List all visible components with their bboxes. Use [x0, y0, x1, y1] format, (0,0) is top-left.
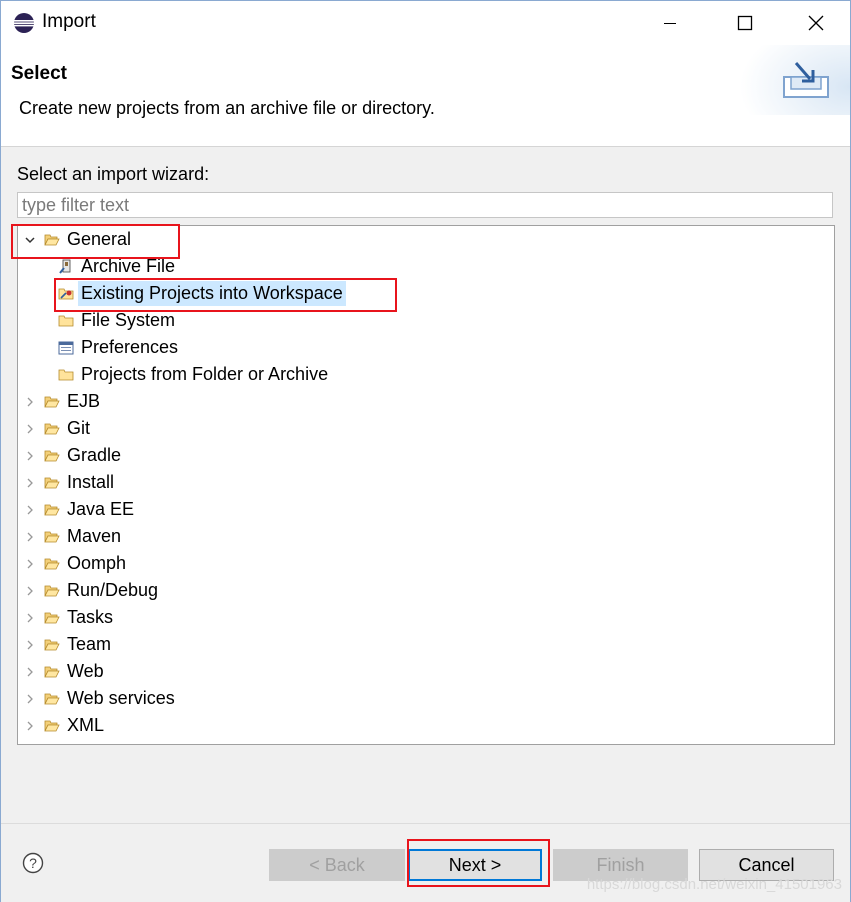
existing-projects-highlight-box	[54, 278, 397, 312]
tree-item-oomph[interactable]: Oomph	[22, 550, 129, 577]
folder-open-icon	[44, 448, 60, 464]
maximize-icon	[737, 15, 753, 31]
folder-open-icon	[44, 637, 60, 653]
tree-item-label: Preferences	[81, 337, 179, 357]
wizard-header: Select Create new projects from an archi…	[1, 45, 850, 147]
tree-item-projects-from-folder-or-archive[interactable]: Projects from Folder or Archive	[58, 361, 331, 388]
folder-open-icon	[44, 718, 60, 734]
chevron-right-icon[interactable]	[22, 664, 38, 680]
tree-item-tasks[interactable]: Tasks	[22, 604, 116, 631]
minimize-button[interactable]	[647, 7, 693, 39]
tree-item-label: Projects from Folder or Archive	[81, 364, 329, 384]
folder-open-icon	[44, 583, 60, 599]
tree-item-web-services[interactable]: Web services	[22, 685, 178, 712]
archive-icon	[58, 259, 74, 275]
eclipse-icon	[14, 13, 34, 33]
tree-item-team[interactable]: Team	[22, 631, 114, 658]
tree-item-ejb[interactable]: EJB	[22, 388, 103, 415]
svg-text:?: ?	[29, 855, 37, 871]
close-button[interactable]	[793, 7, 839, 39]
tree-item-label: XML	[67, 715, 105, 735]
tree-item-git[interactable]: Git	[22, 415, 93, 442]
chevron-right-icon[interactable]	[22, 691, 38, 707]
folder-icon	[58, 367, 74, 383]
tree-item-java-ee[interactable]: Java EE	[22, 496, 137, 523]
chevron-right-icon[interactable]	[22, 475, 38, 491]
folder-open-icon	[44, 475, 60, 491]
filter-input[interactable]	[17, 192, 833, 218]
folder-open-icon	[44, 421, 60, 437]
chevron-right-icon[interactable]	[22, 610, 38, 626]
tree-item-xml[interactable]: XML	[22, 712, 107, 739]
page-description: Create new projects from an archive file…	[19, 98, 435, 118]
folder-open-icon	[44, 556, 60, 572]
close-icon	[808, 15, 824, 31]
tree-item-label: Oomph	[67, 553, 127, 573]
tree-item-label: Web services	[67, 688, 175, 708]
chevron-right-icon[interactable]	[22, 556, 38, 572]
tree-item-maven[interactable]: Maven	[22, 523, 124, 550]
maximize-button[interactable]	[722, 7, 768, 39]
tree-item-label: Maven	[67, 526, 122, 546]
import-dialog: Import Select Create new projects from a…	[0, 0, 851, 902]
page-title: Select	[11, 63, 67, 84]
tree-item-label: Run/Debug	[67, 580, 159, 600]
chevron-right-icon[interactable]	[22, 448, 38, 464]
tree-item-label: Install	[67, 472, 115, 492]
chevron-right-icon[interactable]	[22, 502, 38, 518]
folder-open-icon	[44, 664, 60, 680]
import-wizard-icon	[783, 62, 829, 98]
chevron-right-icon[interactable]	[22, 421, 38, 437]
watermark: https://blog.csdn.net/weixin_41501963	[586, 876, 842, 893]
folder-icon	[58, 313, 74, 329]
folder-open-icon	[44, 610, 60, 626]
folder-open-icon	[44, 502, 60, 518]
minimize-icon	[664, 23, 676, 24]
help-icon[interactable]: ?	[22, 852, 44, 874]
chevron-right-icon[interactable]	[22, 718, 38, 734]
general-highlight-box	[11, 224, 180, 259]
chevron-right-icon[interactable]	[22, 637, 38, 653]
window-title: Import	[42, 11, 96, 32]
title-bar: Import	[1, 1, 850, 45]
tree-item-label: Java EE	[67, 499, 135, 519]
tree-item-label: Tasks	[67, 607, 114, 627]
folder-open-icon	[44, 691, 60, 707]
tree-item-label: Git	[67, 418, 91, 438]
chevron-right-icon[interactable]	[22, 583, 38, 599]
tree-item-gradle[interactable]: Gradle	[22, 442, 124, 469]
chevron-right-icon[interactable]	[22, 529, 38, 545]
chevron-right-icon[interactable]	[22, 394, 38, 410]
tree-item-label: EJB	[67, 391, 101, 411]
tree-item-label: Team	[67, 634, 112, 654]
next-highlight-box	[407, 839, 550, 887]
back-button[interactable]: < Back	[269, 849, 405, 881]
tree-item-web[interactable]: Web	[22, 658, 107, 685]
tree-item-install[interactable]: Install	[22, 469, 117, 496]
tree-item-label: Gradle	[67, 445, 122, 465]
select-wizard-label: Select an import wizard:	[17, 164, 210, 184]
tree-item-run-debug[interactable]: Run/Debug	[22, 577, 161, 604]
folder-open-icon	[44, 394, 60, 410]
tree-item-preferences[interactable]: Preferences	[58, 334, 181, 361]
preferences-icon	[58, 340, 74, 356]
tree-item-label: Web	[67, 661, 104, 681]
folder-open-icon	[44, 529, 60, 545]
